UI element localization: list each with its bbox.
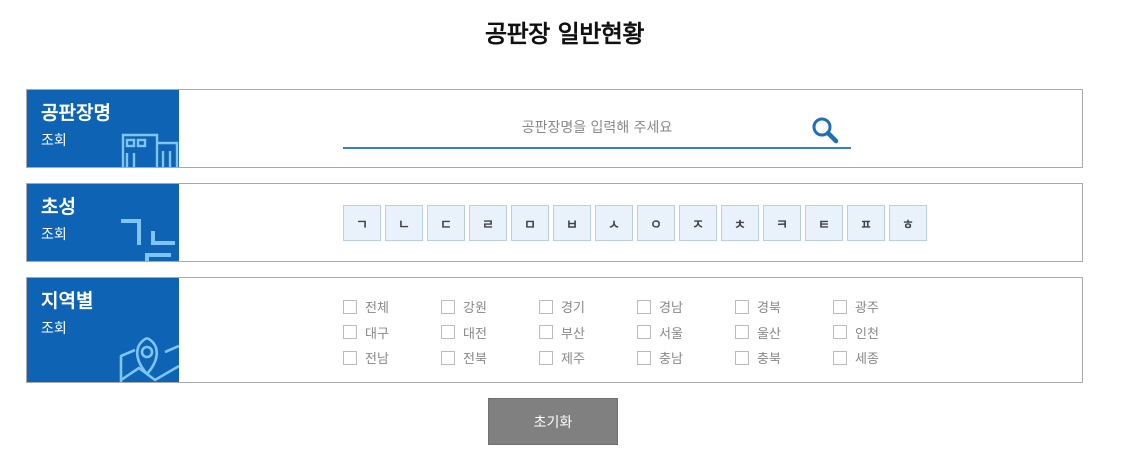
region-search-subtitle: 조회 bbox=[41, 321, 67, 337]
region-option-busan[interactable]: 부산 bbox=[539, 320, 637, 346]
reset-button[interactable]: 초기화 bbox=[488, 398, 618, 445]
initial-button-h[interactable]: ㅎ bbox=[889, 205, 927, 241]
region-checkbox[interactable] bbox=[735, 299, 749, 314]
region-search-label: 지역별 조회 bbox=[27, 278, 179, 382]
region-checkbox-grid: 전체 강원 경기 경남 경북 광주 대구 대전 부산 서울 울산 인천 전남 전… bbox=[343, 294, 931, 371]
region-checkbox[interactable] bbox=[539, 350, 553, 365]
initial-button-s[interactable]: ㅅ bbox=[595, 205, 633, 241]
building-icon bbox=[121, 133, 179, 167]
initial-button-b[interactable]: ㅂ bbox=[553, 205, 591, 241]
region-option-label: 대구 bbox=[365, 326, 389, 342]
region-option-all[interactable]: 전체 bbox=[343, 294, 441, 320]
page-title: 공판장 일반현황 bbox=[485, 20, 644, 48]
region-checkbox[interactable] bbox=[833, 299, 847, 314]
region-checkbox[interactable] bbox=[343, 350, 357, 365]
region-option-jeonbuk[interactable]: 전북 bbox=[441, 345, 539, 371]
search-icon[interactable] bbox=[811, 116, 839, 144]
initial-button-ch[interactable]: ㅊ bbox=[721, 205, 759, 241]
region-option-jeju[interactable]: 제주 bbox=[539, 345, 637, 371]
region-option-label: 세종 bbox=[855, 352, 879, 368]
initial-buttons: ㄱ ㄴ ㄷ ㄹ ㅁ ㅂ ㅅ ㅇ ㅈ ㅊ ㅋ ㅌ ㅍ ㅎ bbox=[343, 205, 927, 241]
hangul-glyph-icon bbox=[121, 219, 175, 261]
search-box bbox=[343, 112, 851, 149]
region-checkbox[interactable] bbox=[637, 350, 651, 365]
region-option-incheon[interactable]: 인천 bbox=[833, 320, 931, 346]
region-option-label: 울산 bbox=[757, 326, 781, 342]
region-checkbox[interactable] bbox=[539, 299, 553, 314]
region-option-label: 충남 bbox=[659, 352, 683, 368]
region-option-daejeon[interactable]: 대전 bbox=[441, 320, 539, 346]
initial-button-t[interactable]: ㅌ bbox=[805, 205, 843, 241]
name-search-title: 공판장명 bbox=[41, 102, 111, 124]
name-search-input[interactable] bbox=[343, 112, 803, 144]
initial-button-k[interactable]: ㅋ bbox=[763, 205, 801, 241]
region-option-gangwon[interactable]: 강원 bbox=[441, 294, 539, 320]
region-option-jeonnam[interactable]: 전남 bbox=[343, 345, 441, 371]
name-search-label: 공판장명 조회 bbox=[27, 90, 179, 167]
region-option-label: 광주 bbox=[855, 301, 879, 317]
region-option-label: 전남 bbox=[365, 352, 389, 368]
region-option-label: 강원 bbox=[463, 301, 487, 317]
region-checkbox[interactable] bbox=[637, 299, 651, 314]
region-checkbox[interactable] bbox=[833, 325, 847, 340]
initial-search-title: 초성 bbox=[41, 196, 76, 218]
initial-button-g[interactable]: ㄱ bbox=[343, 205, 381, 241]
region-option-label: 전체 bbox=[365, 301, 389, 317]
region-option-gyeongbuk[interactable]: 경북 bbox=[735, 294, 833, 320]
region-checkbox[interactable] bbox=[343, 325, 357, 340]
region-option-chungbuk[interactable]: 충북 bbox=[735, 345, 833, 371]
initial-button-p[interactable]: ㅍ bbox=[847, 205, 885, 241]
region-search-panel: 지역별 조회 전체 강원 경기 경남 경북 광주 대구 대전 부산 서울 울산 … bbox=[26, 277, 1083, 383]
initial-button-ng[interactable]: ㅇ bbox=[637, 205, 675, 241]
region-option-label: 전북 bbox=[463, 352, 487, 368]
name-search-subtitle: 조회 bbox=[41, 133, 67, 149]
initial-search-panel: 초성 조회 ㄱ ㄴ ㄷ ㄹ ㅁ ㅂ ㅅ ㅇ ㅈ ㅊ ㅋ ㅌ ㅍ ㅎ bbox=[26, 183, 1083, 262]
region-option-gwangju[interactable]: 광주 bbox=[833, 294, 931, 320]
region-option-label: 제주 bbox=[561, 352, 585, 368]
region-checkbox[interactable] bbox=[441, 299, 455, 314]
region-option-label: 경기 bbox=[561, 301, 585, 317]
initial-button-r[interactable]: ㄹ bbox=[469, 205, 507, 241]
region-option-label: 서울 bbox=[659, 326, 683, 342]
region-checkbox[interactable] bbox=[735, 325, 749, 340]
region-option-seoul[interactable]: 서울 bbox=[637, 320, 735, 346]
region-checkbox[interactable] bbox=[343, 299, 357, 314]
initial-button-m[interactable]: ㅁ bbox=[511, 205, 549, 241]
region-option-label: 경남 bbox=[659, 301, 683, 317]
region-checkbox[interactable] bbox=[637, 325, 651, 340]
region-checkbox[interactable] bbox=[441, 350, 455, 365]
name-search-panel: 공판장명 조회 bbox=[26, 89, 1083, 168]
region-checkbox[interactable] bbox=[833, 350, 847, 365]
region-option-chungnam[interactable]: 충남 bbox=[637, 345, 735, 371]
region-option-label: 경북 bbox=[757, 301, 781, 317]
initial-search-subtitle: 조회 bbox=[41, 227, 67, 243]
region-option-label: 인천 bbox=[855, 326, 879, 342]
initial-button-d[interactable]: ㄷ bbox=[427, 205, 465, 241]
region-option-sejong[interactable]: 세종 bbox=[833, 345, 931, 371]
region-checkbox[interactable] bbox=[539, 325, 553, 340]
region-option-daegu[interactable]: 대구 bbox=[343, 320, 441, 346]
map-pin-icon bbox=[119, 336, 179, 382]
region-checkbox[interactable] bbox=[735, 350, 749, 365]
region-option-label: 대전 bbox=[463, 326, 487, 342]
region-option-gyeonggi[interactable]: 경기 bbox=[539, 294, 637, 320]
initial-button-n[interactable]: ㄴ bbox=[385, 205, 423, 241]
initial-button-j[interactable]: ㅈ bbox=[679, 205, 717, 241]
region-option-label: 충북 bbox=[757, 352, 781, 368]
initial-search-label: 초성 조회 bbox=[27, 184, 179, 261]
region-option-label: 부산 bbox=[561, 326, 585, 342]
region-search-title: 지역별 bbox=[41, 290, 94, 312]
region-option-gyeongnam[interactable]: 경남 bbox=[637, 294, 735, 320]
region-option-ulsan[interactable]: 울산 bbox=[735, 320, 833, 346]
region-checkbox[interactable] bbox=[441, 325, 455, 340]
